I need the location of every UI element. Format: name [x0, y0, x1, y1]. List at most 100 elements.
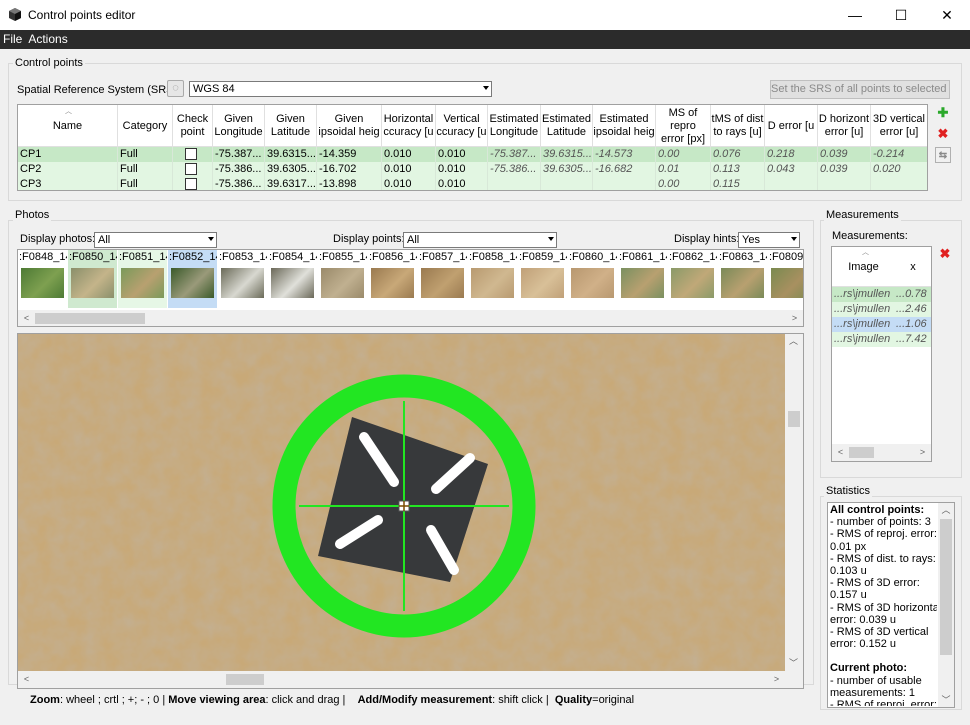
photo-thumbnail[interactable]: :F0855_14 [318, 250, 367, 308]
photo-thumbnail-image [171, 268, 214, 298]
viewer-horizontal-scrollbar[interactable]: < > [18, 671, 785, 688]
list-item[interactable]: ...rs\jmullen ...2.46 [832, 302, 931, 317]
menu-actions[interactable]: Actions [25, 30, 70, 48]
photo-thumbnail-label: :F0859_14 [519, 251, 567, 263]
merge-points-icon[interactable]: ⇆ [935, 147, 951, 163]
display-hints-label: Display hints: [674, 233, 740, 245]
cell-3d-horizontal-error: 0.039 [818, 162, 871, 177]
col-header-given-longitude[interactable]: Given Longitude [213, 105, 265, 147]
cell-check-point [173, 147, 213, 162]
display-points-select[interactable]: All [403, 232, 557, 248]
col-header-3d-error[interactable]: D error [u [765, 105, 818, 147]
table-row[interactable]: CP3 Full -75.386... 39.6317... -13.898 0… [18, 177, 927, 190]
delete-measurement-icon[interactable]: ✖ [937, 246, 953, 262]
scroll-thumb[interactable] [35, 313, 145, 324]
photo-thumbnail-label: :F0861_14 [619, 251, 667, 263]
globe-icon[interactable]: ◌ [167, 80, 184, 97]
col-header-given-height[interactable]: Given ipsoidal heig [317, 105, 382, 147]
photo-thumbnail[interactable]: :F0862_14 [668, 250, 717, 308]
photo-thumbnail[interactable]: :F0863_14 [718, 250, 767, 308]
list-item[interactable]: ...rs\jmullen ...1.06 [832, 317, 931, 332]
photo-thumbnail-label: :F0862_14 [669, 251, 717, 263]
thumbnail-scrollbar[interactable]: < > [18, 310, 803, 326]
close-button[interactable]: ✕ [924, 0, 970, 30]
scroll-down-icon[interactable]: ﹀ [785, 656, 802, 670]
photo-thumbnail[interactable]: :F0852_14 [168, 250, 217, 308]
scroll-thumb[interactable] [849, 447, 874, 458]
scroll-up-icon[interactable]: ︿ [785, 334, 802, 348]
col-header-rms-rays[interactable]: tMS of dist to rays [u] [711, 105, 765, 147]
minimize-button[interactable]: — [832, 0, 878, 30]
statistics-line: 0.01 px [830, 540, 867, 553]
scroll-right-icon[interactable]: > [786, 310, 803, 326]
srs-select[interactable]: WGS 84 [189, 81, 492, 97]
measurement-image: ...rs\jmullen [834, 318, 891, 330]
table-row[interactable]: CP2 Full -75.386... 39.6305... -16.702 0… [18, 162, 927, 177]
col-header-image[interactable]: Image [832, 261, 895, 273]
col-header-category[interactable]: Category [118, 105, 173, 147]
check-point-checkbox[interactable] [185, 163, 197, 175]
scroll-left-icon[interactable]: < [832, 444, 849, 461]
scroll-thumb[interactable] [788, 411, 800, 427]
col-header-rms-reproj[interactable]: MS of repro error [px] [656, 105, 711, 147]
photo-thumbnail[interactable]: :F0860_14 [568, 250, 617, 308]
table-row[interactable]: CP1 Full -75.387... 39.6315... -14.359 0… [18, 147, 927, 162]
photo-thumbnail[interactable]: :F0853_14 [218, 250, 267, 308]
photo-thumbnail[interactable]: :F0861_14 [618, 250, 667, 308]
viewer-vertical-scrollbar[interactable]: ︿ ﹀ [785, 334, 803, 671]
measurement-image: ...rs\jmullen [834, 288, 891, 300]
display-hints-select[interactable]: Yes [738, 232, 800, 248]
col-header-3d-vertical-error[interactable]: 3D vertical error [u] [871, 105, 927, 147]
cell-given-longitude: -75.386... [213, 177, 265, 190]
scroll-thumb[interactable] [940, 519, 952, 655]
col-header-estimated-height[interactable]: Estimated ipsoidal heig [593, 105, 656, 147]
maximize-button[interactable]: ☐ [878, 0, 924, 30]
measurement-x: ...0.78 [896, 288, 927, 300]
scroll-thumb[interactable] [226, 674, 264, 685]
col-header-check-point[interactable]: Check point [173, 105, 213, 147]
statistics-line: - RMS of 3D error: [830, 577, 920, 590]
photo-thumbnail[interactable]: :F0854_14 [268, 250, 317, 308]
col-header-estimated-longitude[interactable]: Estimated Longitude [488, 105, 541, 147]
measurements-title: Measurements [824, 209, 901, 221]
photo-thumbnail[interactable]: :F0851_14 [118, 250, 167, 308]
photo-canvas[interactable] [18, 334, 785, 671]
col-header-vertical-accuracy[interactable]: Vertical ccuracy [u [436, 105, 488, 147]
photo-thumbnail[interactable]: :F0809 [768, 250, 803, 308]
menu-file[interactable]: File [0, 30, 25, 48]
col-header-estimated-latitude[interactable]: Estimated Latitude [541, 105, 593, 147]
statistics-line: - RMS of dist. to rays: [830, 552, 936, 565]
scroll-left-icon[interactable]: < [18, 671, 35, 688]
add-point-icon[interactable]: ✚ [935, 105, 951, 121]
photo-thumbnail[interactable]: :F0858_14 [468, 250, 517, 308]
photo-thumbnail[interactable]: :F0856_14 [368, 250, 417, 308]
check-point-checkbox[interactable] [185, 148, 197, 160]
photo-thumbnail[interactable]: :F0850_14 [68, 250, 117, 308]
statistics-line: Current photo: [830, 662, 907, 675]
display-photos-select[interactable]: All [94, 232, 217, 248]
list-item[interactable]: ...rs\jmullen ...7.42 [832, 332, 931, 347]
scroll-up-icon[interactable]: ︿ [938, 503, 954, 517]
scroll-right-icon[interactable]: > [914, 444, 931, 461]
photo-thumbnail[interactable]: :F0857_14 [418, 250, 467, 308]
check-point-checkbox[interactable] [185, 178, 197, 190]
photo-thumbnail[interactable]: :F0848_14 [18, 250, 67, 308]
list-item[interactable]: ...rs\jmullen ...0.78 [832, 287, 931, 302]
photo-thumbnail-strip: :F0848_14:F0850_14:F0851_14:F0852_14:F08… [17, 249, 804, 327]
col-header-horizontal-accuracy[interactable]: Horizontal ccuracy [u [382, 105, 436, 147]
statistics-scrollbar[interactable]: ︿ ﹀ [938, 503, 954, 707]
cell-rms-rays: 0.113 [711, 162, 765, 177]
col-header-3d-horizontal-error[interactable]: D horizont error [u] [818, 105, 871, 147]
zoom-label: Zoom [30, 694, 60, 706]
col-header-x[interactable]: x [895, 261, 931, 273]
col-header-given-latitude[interactable]: Given Latitude [265, 105, 317, 147]
scroll-left-icon[interactable]: < [18, 310, 35, 326]
photo-thumbnail[interactable]: :F0859_14 [518, 250, 567, 308]
delete-point-icon[interactable]: ✖ [935, 126, 951, 142]
cell-given-latitude: 39.6305... [267, 162, 317, 177]
statistics-line: 0.103 u [830, 565, 867, 578]
set-srs-button[interactable]: Set the SRS of all points to selected on… [770, 80, 950, 99]
scroll-right-icon[interactable]: > [768, 671, 785, 688]
measurements-scrollbar[interactable]: < > [832, 444, 931, 461]
photo-viewer[interactable]: ︿ ﹀ < > [17, 333, 804, 689]
